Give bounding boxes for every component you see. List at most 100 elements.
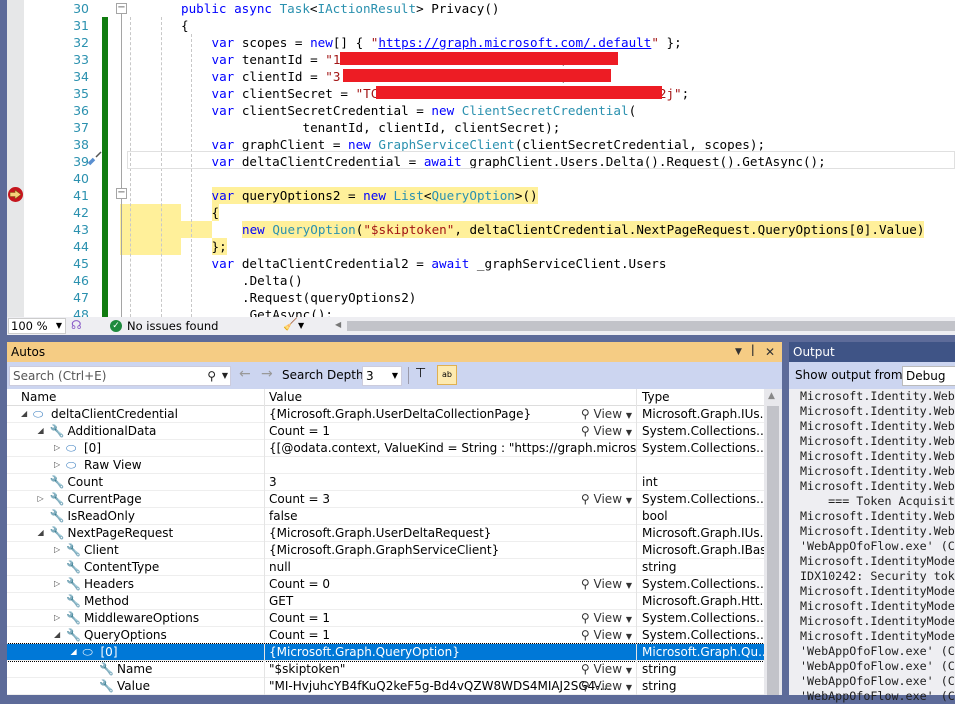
view-visualizer-button[interactable]: ⚲ View ▼: [581, 661, 632, 678]
search-icon[interactable]: ⚲: [207, 367, 216, 385]
code-line[interactable]: 36 var clientSecretCredential = new Clien…: [7, 102, 955, 119]
pin-to-source-icon[interactable]: ⊤: [415, 366, 426, 381]
value-cell[interactable]: "$skiptoken" ⚲ View ▼: [265, 661, 637, 678]
autos-title-bar[interactable]: Autos ▼ ꟾ ✕: [7, 342, 782, 362]
autos-row[interactable]: 🔧 Name "$skiptoken" ⚲ View ▼ string: [7, 661, 764, 678]
autos-row[interactable]: ▷ 🔧 Client {Microsoft.Graph.GraphServiceCli…: [7, 542, 764, 559]
issues-indicator[interactable]: ✓ No issues found: [110, 318, 218, 334]
autos-row[interactable]: ◢ 🔧 QueryOptions Count = 1 ⚲ View ▼ System.Co…: [7, 627, 764, 644]
value-cell[interactable]: {Microsoft.Graph.UserDeltaRequest}: [265, 525, 637, 542]
code-line[interactable]: 30 public async Task<IActionResult> Priva…: [7, 0, 955, 17]
search-depth-dropdown[interactable]: 3 ▼: [362, 366, 402, 386]
autos-row[interactable]: ▷ ⬭ Raw View: [7, 457, 764, 474]
value-cell[interactable]: Count = 1 ⚲ View ▼: [265, 423, 637, 440]
pin-icon[interactable]: ꟾ: [751, 342, 755, 362]
expand-triangle-icon[interactable]: ▷: [38, 491, 44, 507]
value-cell[interactable]: GET: [265, 593, 637, 610]
scroll-left-icon[interactable]: ◀: [335, 320, 341, 329]
autos-row[interactable]: ◢ 🔧 NextPageRequest {Microsoft.Graph.UserDe…: [7, 525, 764, 542]
collapse-triangle-icon[interactable]: ◢: [38, 423, 44, 439]
expand-triangle-icon[interactable]: ▷: [54, 440, 60, 456]
view-visualizer-button[interactable]: ⚲ View ▼: [581, 406, 632, 423]
code-line[interactable]: 40: [7, 170, 955, 187]
value-cell[interactable]: null: [265, 559, 637, 576]
autos-row[interactable]: ▷ 🔧 Headers Count = 0 ⚲ View ▼ System.Collect…: [7, 576, 764, 593]
code-line[interactable]: 43 new QueryOption("$skiptoken", deltaCli…: [7, 221, 955, 238]
autos-row[interactable]: 🔧 Count 3 int: [7, 474, 764, 491]
collapse-triangle-icon[interactable]: ◢: [21, 406, 27, 422]
vertical-scrollbar[interactable]: ▲: [764, 389, 782, 695]
intellicode-icon[interactable]: ☊: [71, 318, 82, 332]
collapse-triangle-icon[interactable]: ◢: [54, 627, 60, 643]
value-cell[interactable]: [265, 457, 637, 474]
collapse-triangle-icon[interactable]: ◢: [38, 525, 44, 541]
zoom-level-dropdown[interactable]: 100 % ▼: [8, 318, 66, 334]
output-title-bar[interactable]: Output: [789, 342, 955, 362]
autos-row[interactable]: ▷ 🔧 CurrentPage Count = 3 ⚲ View ▼ System.Col…: [7, 491, 764, 508]
search-back-arrow-icon[interactable]: ←: [239, 366, 251, 382]
value-cell[interactable]: "MI-HvjuhcYB4fKuQ2keF5g-Bd4vQZW8WDS4MIAJ…: [265, 678, 637, 695]
view-visualizer-button[interactable]: ⚲ View ▼: [581, 576, 632, 593]
output-source-dropdown[interactable]: Debug: [902, 366, 955, 386]
view-label: View: [593, 407, 623, 421]
quick-actions-screwdriver-icon[interactable]: [87, 150, 103, 166]
code-line[interactable]: 46 .Delta(): [7, 272, 955, 289]
code-line[interactable]: 44};: [7, 238, 955, 255]
value-cell[interactable]: {[@odata.context, ValueKind = String : "…: [265, 440, 637, 457]
collapse-toggle[interactable]: −: [116, 3, 127, 14]
autos-row[interactable]: 🔧 ContentType null string: [7, 559, 764, 576]
code-line[interactable]: 37 tenantId, clientId, clientSecret);: [7, 119, 955, 136]
output-text[interactable]: Microsoft.Identity.Web Microsoft.Identity…: [789, 389, 955, 704]
value-cell[interactable]: Count = 0 ⚲ View ▼: [265, 576, 637, 593]
expand-triangle-icon[interactable]: ▷: [54, 610, 60, 626]
code-line[interactable]: 47 .Request(queryOptions2): [7, 289, 955, 306]
value-cell[interactable]: Count = 3 ⚲ View ▼: [265, 491, 637, 508]
autos-row[interactable]: 🔧 Method GET Microsoft.Graph.Htt...: [7, 593, 764, 610]
value-cell[interactable]: false: [265, 508, 637, 525]
column-header-name[interactable]: Name: [7, 389, 265, 406]
view-visualizer-button[interactable]: ⚲ View ▼: [581, 627, 632, 644]
autos-row[interactable]: ◢ ⬭ [0] {Microsoft.Graph.QueryOption} Micros…: [7, 643, 765, 662]
window-options-chevron-icon[interactable]: ▼: [735, 342, 742, 362]
code-line[interactable]: 32 var scopes = new[] { "https://graph.mi…: [7, 34, 955, 51]
collapse-triangle-icon[interactable]: ◢: [71, 644, 77, 660]
collapse-toggle[interactable]: −: [116, 188, 127, 199]
value-cell[interactable]: {Microsoft.Graph.QueryOption}: [265, 644, 637, 661]
value-cell[interactable]: {Microsoft.Graph.UserDeltaCollectionPage…: [265, 406, 637, 423]
autos-row[interactable]: ◢ 🔧 AdditionalData Count = 1 ⚲ View ▼ System.…: [7, 423, 764, 440]
view-visualizer-button[interactable]: ⚲ View ▼: [581, 423, 632, 440]
code-editor[interactable]: 30 public async Task<IActionResult> Priva…: [7, 0, 955, 335]
autos-row[interactable]: 🔧 IsReadOnly false bool: [7, 508, 764, 525]
code-line[interactable]: 41 var queryOptions2 = new List<QueryOpti…: [7, 187, 955, 204]
scroll-up-icon[interactable]: ▲: [768, 391, 775, 401]
search-options-chevron-icon[interactable]: ▼: [222, 367, 228, 385]
expand-triangle-icon[interactable]: ▷: [54, 576, 60, 592]
code-cleanup-broom-icon[interactable]: 🧹▼: [283, 317, 304, 331]
value-cell[interactable]: Count = 1 ⚲ View ▼: [265, 627, 637, 644]
expand-triangle-icon[interactable]: ▷: [54, 542, 60, 558]
autos-row[interactable]: 🔧 Value "MI-HvjuhcYB4fKuQ2keF5g-Bd4vQZW8WD…: [7, 678, 764, 695]
search-forward-arrow-icon[interactable]: →: [261, 366, 273, 382]
value-cell[interactable]: 3: [265, 474, 637, 491]
autos-row[interactable]: ▷ 🔧 MiddlewareOptions Count = 1 ⚲ View ▼ Syst…: [7, 610, 764, 627]
value-cell[interactable]: {Microsoft.Graph.GraphServiceClient}: [265, 542, 637, 559]
view-visualizer-button[interactable]: ⚲ View ▼: [581, 491, 632, 508]
code-line[interactable]: 45 var deltaClientCredential2 = await _gr…: [7, 255, 955, 272]
execution-pointer-icon[interactable]: [8, 187, 23, 202]
value-cell[interactable]: Count = 1 ⚲ View ▼: [265, 610, 637, 627]
horizontal-scrollbar[interactable]: [347, 321, 955, 331]
autos-row[interactable]: ▷ ⬭ [0] {[@odata.context, ValueKind = Strin…: [7, 440, 764, 457]
hex-display-toggle-icon[interactable]: ab: [437, 365, 457, 385]
expand-triangle-icon[interactable]: ▷: [54, 457, 60, 473]
code-line[interactable]: 42 {: [7, 204, 955, 221]
autos-row[interactable]: ◢ ⬭ deltaClientCredential {Microsoft.Graph.…: [7, 406, 764, 423]
scroll-thumb[interactable]: [767, 406, 779, 695]
view-visualizer-button[interactable]: ⚲ View ▼: [581, 678, 632, 695]
view-visualizer-button[interactable]: ⚲ View ▼: [581, 610, 632, 627]
column-header-value[interactable]: Value: [265, 389, 637, 406]
search-input[interactable]: Search (Ctrl+E) ⚲ ▼: [9, 366, 231, 386]
close-icon[interactable]: ✕: [765, 342, 775, 362]
code-token: var: [211, 86, 242, 101]
column-header-type[interactable]: Type: [638, 389, 764, 406]
code-line[interactable]: 31 {: [7, 17, 955, 34]
